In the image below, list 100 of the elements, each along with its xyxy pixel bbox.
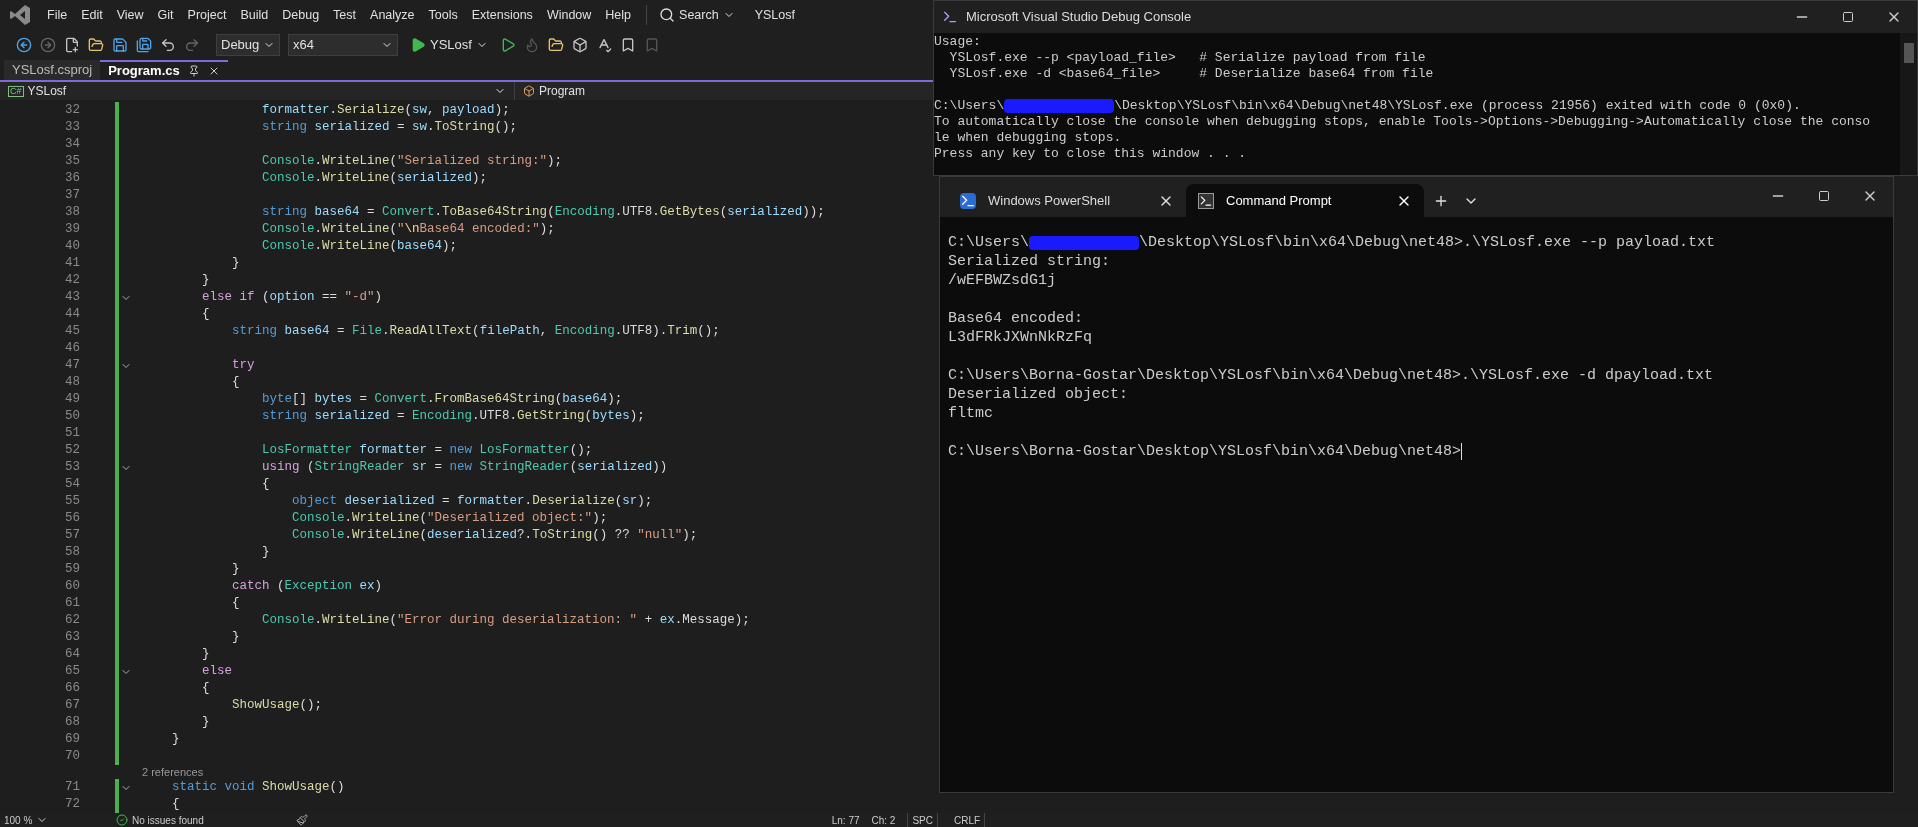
menu-item[interactable]: Debug (275, 2, 327, 28)
folder-icon[interactable] (88, 37, 104, 53)
maximize-icon[interactable] (1842, 11, 1854, 23)
menu-item[interactable]: Build (233, 2, 276, 28)
save-icon[interactable] (112, 37, 128, 53)
codelens-label[interactable]: 2 references (142, 765, 204, 779)
document-tab[interactable]: Program.cs (100, 60, 228, 80)
console-text: Press any key to close this window . . . (934, 146, 1247, 161)
line-indicator: Ln: 77 (831, 813, 860, 827)
issues-status[interactable]: No issues found (116, 812, 204, 827)
line-number: 57 (64, 527, 80, 545)
code-line: } (201, 646, 210, 664)
code-line: { (231, 374, 240, 392)
code-line: ShowUsage(); (231, 697, 323, 715)
code-line: formatter.Serialize(sw, payload); (261, 102, 510, 120)
menu-item[interactable]: Extensions (464, 2, 540, 28)
menu-item[interactable]: Help (598, 2, 639, 28)
platform-dropdown[interactable]: x64 (288, 34, 398, 56)
menu-item[interactable]: View (109, 2, 151, 28)
code-line: string base64 = File.ReadAllText(filePath, Encoding.UTF8).Trim(); (231, 323, 720, 341)
line-number: 44 (64, 306, 80, 324)
line-ending-indicator[interactable]: CRLF (950, 812, 986, 827)
code-line: } (261, 544, 270, 562)
code-line: } (231, 561, 240, 579)
line-number: 58 (64, 544, 80, 562)
line-number: 33 (64, 119, 80, 137)
search-icon[interactable] (659, 7, 676, 23)
console-text: fltmc (948, 405, 993, 422)
whitespace-indicator[interactable]: SPC (907, 812, 938, 827)
zoom-dropdown[interactable]: 100 % (4, 812, 64, 827)
play-icon[interactable] (410, 37, 426, 53)
solution-name: YSLosf (754, 6, 795, 24)
code-line: object deserialized = formatter.Deserialize(sr); (291, 493, 653, 511)
code-line: { (171, 796, 180, 813)
line-number: 60 (64, 578, 80, 596)
line-number: 37 (64, 187, 80, 205)
line-number: 36 (64, 170, 80, 188)
column-indicator: Ch: 2 (871, 813, 896, 827)
run-button[interactable]: YSLosf (406, 34, 492, 56)
back-icon[interactable] (16, 37, 32, 53)
line-number: 62 (64, 612, 80, 630)
code-line: Console.WriteLine("Deserialized object:"); (291, 510, 608, 528)
line-number: 69 (64, 731, 80, 749)
configuration-dropdown[interactable]: Debug (216, 34, 280, 56)
line-number: 41 (64, 255, 80, 273)
menu-item[interactable]: Test (326, 2, 364, 28)
console-text: C:\Users\ (948, 233, 1029, 252)
console-text: Serialized string: (948, 253, 1111, 270)
line-number: 42 (64, 272, 80, 290)
redo-icon[interactable] (184, 37, 200, 53)
line-number: 56 (64, 510, 80, 528)
menu-item[interactable]: File (40, 2, 75, 28)
check-icon[interactable] (116, 814, 128, 826)
menu-item[interactable]: Window (539, 2, 599, 28)
code-line: string serialized = Encoding.UTF8.GetString(bytes); (261, 408, 645, 426)
console-text: \Desktop\YSLosf\bin\x64\Debug\net48>.\YSLosf.exe --p payload.txt (1139, 233, 1716, 252)
code-line: { (261, 476, 270, 494)
console-text: C:\Users\ (934, 98, 1005, 114)
pin-icon[interactable] (187, 65, 200, 77)
code-line: catch (Exception ex) (231, 578, 383, 596)
code-line: LosFormatter formatter = new LosFormatter(); (261, 442, 593, 460)
scrollbar[interactable] (1900, 33, 1917, 175)
shell-icon (960, 192, 976, 209)
terminal-tab[interactable]: Command Prompt (1186, 184, 1424, 217)
console-text: le when debugging stops. (934, 130, 1122, 145)
code-line: Console.WriteLine(deserialized?.ToString() ?? "null"); (291, 527, 698, 545)
shell-icon (1198, 192, 1214, 209)
line-number: 48 (64, 374, 80, 392)
line-number: 34 (64, 136, 80, 154)
undo-icon[interactable] (160, 37, 176, 53)
line-number: 52 (64, 442, 80, 460)
document-tab[interactable]: YSLosf.csproj (4, 60, 101, 80)
line-number: 59 (64, 561, 80, 579)
line-number: 39 (64, 221, 80, 239)
code-line: Console.WriteLine(serialized); (261, 170, 488, 188)
search-button[interactable]: Search (655, 2, 739, 28)
code-line: static void ShowUsage() (171, 779, 345, 797)
menu-item[interactable]: Project (180, 2, 234, 28)
line-number: 49 (64, 391, 80, 409)
member-dropdown[interactable]: Program (515, 82, 593, 100)
forward-icon[interactable] (40, 37, 56, 53)
menu-item[interactable]: Git (150, 2, 181, 28)
terminal-tab[interactable]: Windows PowerShell (948, 184, 1186, 217)
code-line: { (201, 680, 210, 698)
new-file-icon[interactable] (64, 37, 80, 53)
menu-item[interactable]: Tools (421, 2, 465, 28)
console-text: Base64 encoded: (948, 310, 1084, 327)
save-all-icon[interactable] (136, 37, 152, 53)
maximize-icon[interactable] (1818, 190, 1830, 202)
line-number: 47 (64, 357, 80, 375)
class-icon[interactable] (523, 85, 535, 97)
line-number: 40 (64, 238, 80, 256)
code-line: try (231, 357, 255, 375)
menu-item[interactable]: Edit (74, 2, 110, 28)
console-text: To automatically close the console when debugging stops, enable Tools->Options->Debugging->Automatically close the conso (934, 114, 1871, 129)
code-line: Console.WriteLine("Serialized string:"); (261, 153, 563, 171)
console-text: /wEFBWZsdG1j (948, 272, 1057, 289)
menu-item[interactable]: Analyze (363, 2, 422, 28)
console-text: YSLosf.exe --p <payload_file> # Serialize payload from file (948, 50, 1426, 65)
brush-icon[interactable] (295, 814, 308, 826)
